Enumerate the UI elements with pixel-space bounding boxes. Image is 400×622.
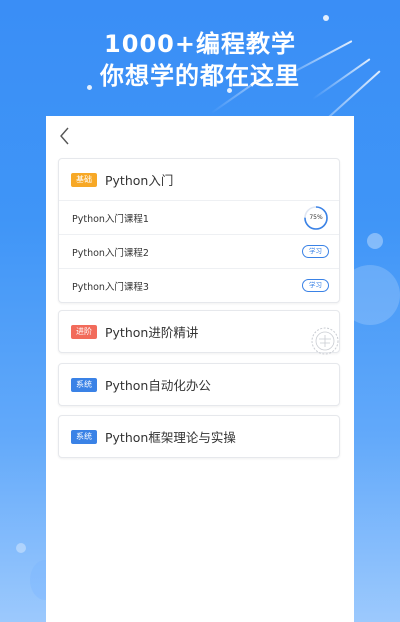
promo-headline: 1000+编程教学 你想学的都在这里 <box>0 28 400 92</box>
course-group-header[interactable]: 基础 Python入门 <box>59 159 339 200</box>
course-group-header[interactable]: 系统 Python自动化办公 <box>59 364 339 405</box>
seal-stamp-icon <box>311 327 339 355</box>
course-title: Python入门 <box>105 173 174 188</box>
lesson-item[interactable]: Python入门课程3 学习 <box>59 268 339 302</box>
progress-ring: 75% <box>303 205 329 231</box>
level-tag-advanced: 进阶 <box>71 324 97 339</box>
level-tag-basic: 基础 <box>71 172 97 187</box>
study-button[interactable]: 学习 <box>302 245 329 258</box>
chevron-left-icon <box>60 127 69 145</box>
lesson-item[interactable]: Python入门课程1 75% <box>59 200 339 234</box>
course-title: Python自动化办公 <box>105 378 211 393</box>
headline-line-1: 1000+编程教学 <box>104 30 296 58</box>
lesson-name: Python入门课程3 <box>72 281 149 293</box>
course-group-python-advanced[interactable]: 进阶 Python进阶精讲 <box>58 310 340 355</box>
level-tag-system: 系统 <box>71 429 97 444</box>
course-list-card: 基础 Python入门 Python入门课程1 75% Python入门课程2 … <box>46 116 354 622</box>
course-group-python-framework[interactable]: 系统 Python框架理论与实操 <box>58 415 340 458</box>
course-title: Python框架理论与实操 <box>105 430 236 445</box>
study-button[interactable]: 学习 <box>302 279 329 292</box>
course-title: Python进阶精讲 <box>105 325 199 340</box>
lesson-name: Python入门课程2 <box>72 247 149 259</box>
headline-line-2: 你想学的都在这里 <box>100 62 300 90</box>
course-group-header[interactable]: 系统 Python框架理论与实操 <box>59 416 339 457</box>
level-tag-system: 系统 <box>71 377 97 392</box>
lesson-name: Python入门课程1 <box>72 213 149 225</box>
course-group-python-intro: 基础 Python入门 Python入门课程1 75% Python入门课程2 … <box>58 158 340 303</box>
back-button[interactable] <box>56 125 74 147</box>
lesson-item[interactable]: Python入门课程2 学习 <box>59 234 339 268</box>
course-group-header[interactable]: 进阶 Python进阶精讲 <box>59 311 339 355</box>
progress-label: 75% <box>309 213 323 221</box>
course-group-python-automation[interactable]: 系统 Python自动化办公 <box>58 363 340 406</box>
